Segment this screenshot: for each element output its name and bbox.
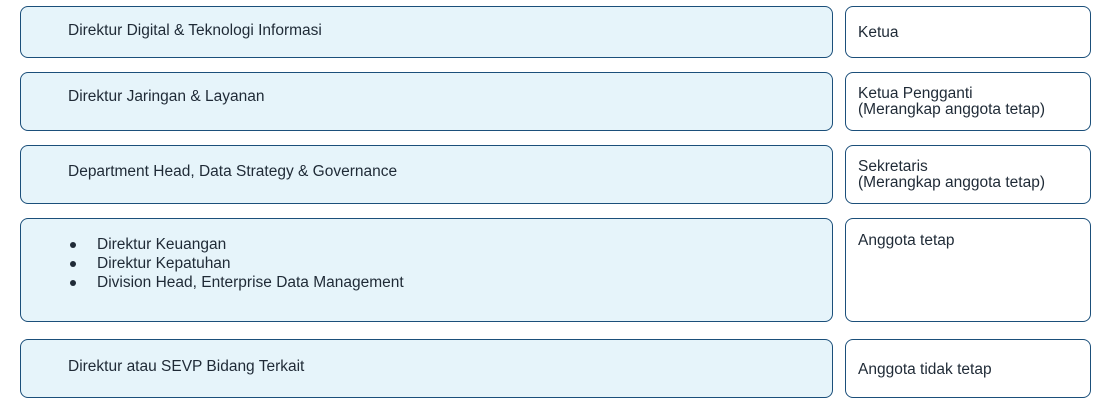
role-label: Anggota tetap (858, 232, 955, 249)
bullet-icon (70, 261, 76, 267)
role-box-5: Anggota tidak tetap (845, 339, 1091, 398)
member-list: Direktur Keuangan Direktur Kepatuhan Div… (68, 235, 404, 292)
role-box-3: Sekretaris (Merangkap anggota tetap) (845, 145, 1091, 204)
member-label: Direktur atau SEVP Bidang Terkait (68, 358, 305, 376)
role-sublabel: (Merangkap anggota tetap) (858, 100, 1045, 118)
role-box-2: Ketua Pengganti (Merangkap anggota tetap… (845, 72, 1091, 131)
member-box-2: Direktur Jaringan & Layanan (20, 72, 833, 131)
role-box-4: Anggota tetap (845, 218, 1091, 322)
list-item: Direktur Kepatuhan (68, 254, 404, 273)
role-label: Anggota tidak tetap (858, 360, 992, 378)
member-box-5: Direktur atau SEVP Bidang Terkait (20, 339, 833, 398)
member-label: Direktur Jaringan & Layanan (68, 87, 265, 105)
list-item: Division Head, Enterprise Data Managemen… (68, 273, 404, 292)
member-box-3: Department Head, Data Strategy & Governa… (20, 145, 833, 204)
role-box-1: Ketua (845, 6, 1091, 58)
member-box-4: Direktur Keuangan Direktur Kepatuhan Div… (20, 218, 833, 322)
bullet-icon (70, 242, 76, 248)
member-box-1: Direktur Digital & Teknologi Informasi (20, 6, 833, 58)
role-label: Sekretaris (858, 157, 928, 175)
role-label: Ketua (858, 24, 899, 41)
role-sublabel: (Merangkap anggota tetap) (858, 173, 1045, 191)
member-label: Department Head, Data Strategy & Governa… (68, 163, 398, 181)
member-label: Direktur Digital & Teknologi Informasi (68, 22, 322, 39)
role-label: Ketua Pengganti (858, 84, 973, 102)
list-item: Direktur Keuangan (68, 235, 404, 254)
bullet-icon (70, 280, 76, 286)
